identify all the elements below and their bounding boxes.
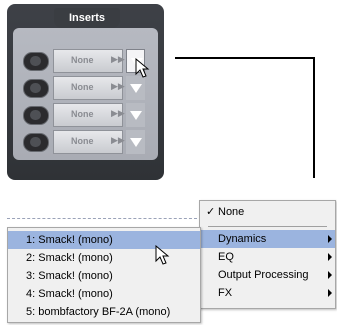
- menu-item-label: 5: bombfactory BF-2A (mono): [26, 306, 171, 318]
- insert-plugin-button[interactable]: None ▶▶: [53, 49, 125, 73]
- insert-dropdown-button[interactable]: [126, 103, 145, 127]
- insert-slot-label: None: [71, 55, 94, 65]
- plugin-list-menu: 1: Smack! (mono) 2: Smack! (mono) 3: Sma…: [7, 227, 201, 323]
- menu-item-plugin-5[interactable]: 5: bombfactory BF-2A (mono): [8, 303, 200, 321]
- double-arrow-icon: ▶▶: [111, 108, 125, 118]
- menu-item-fx[interactable]: FX: [200, 284, 335, 302]
- inserts-panel: Inserts None ▶▶ None ▶▶ None ▶▶ None ▶▶: [7, 4, 164, 180]
- insert-slot-c[interactable]: None ▶▶: [21, 103, 157, 127]
- callout-line-horizontal: [175, 57, 315, 59]
- menu-item-plugin-3[interactable]: 3: Smack! (mono): [8, 267, 200, 285]
- menu-item-eq[interactable]: EQ: [200, 248, 335, 266]
- insert-slot-d[interactable]: None ▶▶: [21, 130, 157, 154]
- menu-item-plugin-4[interactable]: 4: Smack! (mono): [8, 285, 200, 303]
- mouse-pointer-icon: [135, 58, 150, 78]
- menu-item-label: 2: Smack! (mono): [26, 252, 113, 264]
- menu-item-label: Output Processing: [218, 269, 309, 281]
- submenu-arrow-icon: [328, 253, 332, 261]
- callout-line-vertical: [313, 57, 315, 178]
- insert-slot-label: None: [71, 109, 94, 119]
- double-arrow-icon: ▶▶: [111, 135, 125, 145]
- menu-separator: [208, 226, 327, 227]
- insert-plugin-button[interactable]: None ▶▶: [53, 130, 125, 154]
- triangle-down-icon: [130, 84, 142, 93]
- menu-item-dynamics[interactable]: Dynamics: [200, 230, 335, 248]
- insert-slot-label: None: [71, 82, 94, 92]
- submenu-arrow-icon: [328, 289, 332, 297]
- menu-item-none[interactable]: ✓ None: [200, 203, 335, 221]
- menu-item-label: Dynamics: [218, 233, 267, 245]
- inserts-title: Inserts: [54, 8, 120, 28]
- menu-item-label: 4: Smack! (mono): [26, 288, 113, 300]
- insert-plugin-button[interactable]: None ▶▶: [53, 76, 125, 100]
- menu-item-label: FX: [218, 287, 233, 299]
- double-arrow-icon: ▶▶: [111, 54, 125, 64]
- menu-item-plugin-1[interactable]: 1: Smack! (mono): [8, 231, 200, 249]
- mouse-pointer-icon: [155, 245, 170, 265]
- submenu-arrow-icon: [328, 235, 332, 243]
- triangle-down-icon: [130, 138, 142, 147]
- insert-bypass-button[interactable]: [23, 133, 49, 152]
- checkmark-icon: ✓: [206, 206, 216, 218]
- plugin-category-menu: ✓ None Dynamics EQ Output Processing FX: [199, 200, 336, 309]
- double-arrow-icon: ▶▶: [111, 81, 125, 91]
- menu-item-label: EQ: [218, 251, 234, 263]
- menu-item-output-processing[interactable]: Output Processing: [200, 266, 335, 284]
- insert-slot-label: None: [71, 136, 94, 146]
- insert-plugin-button[interactable]: None ▶▶: [53, 103, 125, 127]
- triangle-down-icon: [130, 111, 142, 120]
- divider: [7, 218, 197, 220]
- insert-dropdown-button[interactable]: [126, 130, 145, 154]
- menu-item-label: 1: Smack! (mono): [26, 234, 113, 246]
- insert-bypass-button[interactable]: [23, 79, 49, 98]
- menu-item-label: 3: Smack! (mono): [26, 270, 113, 282]
- insert-bypass-button[interactable]: [23, 106, 49, 125]
- insert-bypass-button[interactable]: [23, 52, 49, 71]
- submenu-arrow-icon: [328, 271, 332, 279]
- menu-item-label: None: [218, 206, 245, 218]
- menu-item-plugin-2[interactable]: 2: Smack! (mono): [8, 249, 200, 267]
